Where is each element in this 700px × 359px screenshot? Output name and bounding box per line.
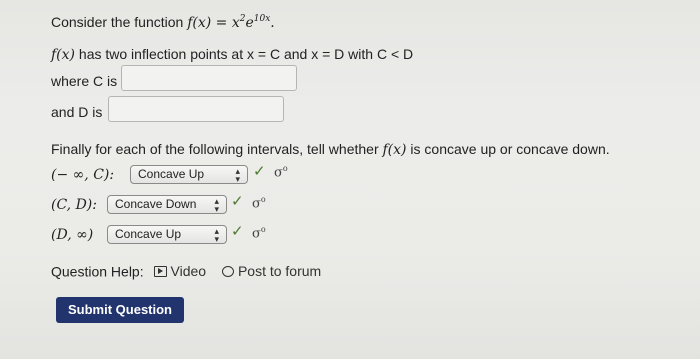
post-to-forum-link[interactable]: Post to forum <box>221 262 321 280</box>
select-arrows-icon: ▴ ▾ <box>214 226 219 244</box>
c-answer-input[interactable] <box>121 65 297 91</box>
submit-question-button[interactable]: Submit Question <box>56 297 184 323</box>
select-value: Concave Down <box>115 197 197 211</box>
concavity-fx: f(x) <box>382 142 407 158</box>
reveal-answer-icon[interactable]: σo <box>274 164 288 180</box>
reveal-answer-icon[interactable]: σo <box>252 195 266 211</box>
inflection-statement: f(x) has two inflection points at x = C … <box>51 45 413 64</box>
where-c-label: where C is <box>51 73 118 89</box>
speech-bubble-icon <box>221 265 234 277</box>
video-icon <box>153 265 167 277</box>
question-intro-line: Consider the function f(x) = x2e10x. <box>51 13 275 32</box>
correct-check-icon: ✓ <box>231 192 244 210</box>
concavity-select-2[interactable]: Concave Down ▴ ▾ <box>107 195 227 214</box>
select-value: Concave Up <box>138 167 205 181</box>
select-arrows-icon: ▴ ▾ <box>214 196 219 214</box>
inflection-fx: f(x) <box>51 47 76 63</box>
question-help-label: Question Help: <box>51 263 144 280</box>
question-intro: Consider the function <box>51 14 184 30</box>
concavity-prompt: Finally for each of the following interv… <box>51 141 610 158</box>
correct-check-icon: ✓ <box>231 222 244 240</box>
d-answer-input[interactable] <box>108 96 284 122</box>
reveal-answer-icon[interactable]: σo <box>252 225 266 241</box>
function-expression: f(x) = x2e10x. <box>187 14 275 32</box>
video-link[interactable]: Video <box>153 262 206 280</box>
and-d-label: and D is <box>51 104 103 120</box>
question-help: Question Help: Video Post to forum <box>51 262 321 281</box>
select-value: Concave Up <box>115 227 182 241</box>
interval-label: (C, D): <box>51 197 97 213</box>
concavity-select-1[interactable]: Concave Up ▴ ▾ <box>130 165 248 184</box>
interval-label: (− ∞, C): <box>51 167 115 183</box>
select-arrows-icon: ▴ ▾ <box>235 166 240 184</box>
correct-check-icon: ✓ <box>253 162 266 180</box>
interval-label: (D, ∞) <box>51 227 94 243</box>
inflection-text: has two inflection points at x = C and x… <box>78 46 414 62</box>
concavity-select-3[interactable]: Concave Up ▴ ▾ <box>107 225 227 244</box>
